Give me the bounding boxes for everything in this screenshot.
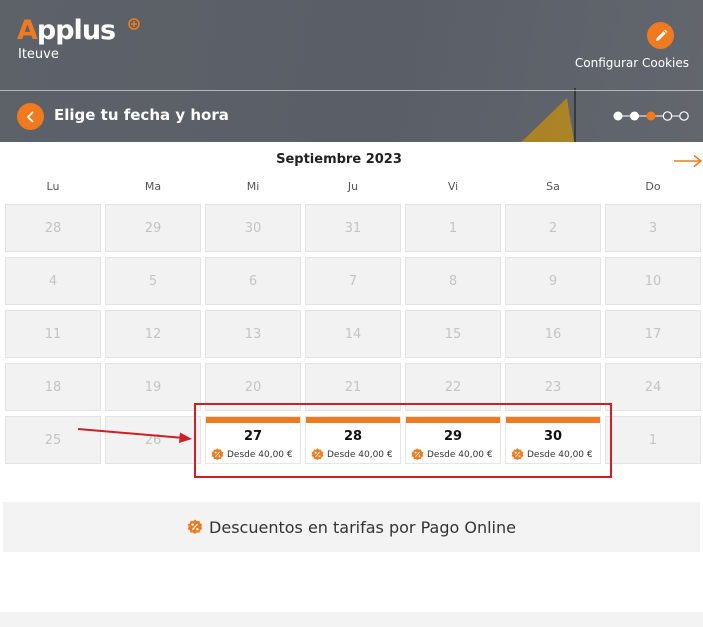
day-cell-disabled: 17 (605, 310, 701, 358)
progress-step-3 (646, 111, 656, 121)
step-progress-indicator (613, 111, 689, 121)
logo-subtitle: Iteuve (18, 47, 59, 62)
day-number: 19 (144, 379, 162, 395)
day-number: 20 (244, 379, 262, 395)
pencil-icon (647, 22, 674, 49)
logo-plus-icon (128, 18, 140, 30)
day-number: 29 (144, 220, 162, 236)
day-number: 4 (48, 273, 58, 289)
logo[interactable]: Applus Iteuve (17, 14, 140, 63)
day-cell-disabled: 18 (5, 363, 101, 411)
day-number: 12 (144, 326, 162, 342)
day-cell-disabled: 13 (205, 310, 301, 358)
day-number: 10 (644, 273, 662, 289)
day-cell-disabled: 8 (405, 257, 501, 305)
day-number: 25 (44, 432, 62, 448)
weekday-label: Ju (347, 180, 359, 193)
online-payment-discount-banner[interactable]: Descuentos en tarifas por Pago Online (3, 502, 700, 552)
day-number: 5 (148, 273, 158, 289)
header-divider (0, 90, 703, 91)
day-cell-disabled: 10 (605, 257, 701, 305)
day-cell-disabled: 7 (305, 257, 401, 305)
progress-step-2 (630, 111, 639, 121)
day-cell-disabled: 1 (605, 416, 701, 464)
day-cell-disabled: 19 (105, 363, 201, 411)
day-number: 31 (344, 220, 362, 236)
day-cell-disabled: 2 (505, 204, 601, 252)
progress-step-4 (662, 111, 673, 121)
day-number: 6 (248, 273, 258, 289)
weekday-label: Vi (447, 180, 459, 193)
day-number: 23 (544, 379, 562, 395)
day-cell-disabled: 14 (305, 310, 401, 358)
progress-step-1 (613, 111, 623, 121)
day-number: 18 (44, 379, 62, 395)
weekday-label: Lu (46, 180, 60, 193)
day-number: 13 (244, 326, 262, 342)
logo-wordmark: Applus (17, 14, 140, 48)
header-background-decoration (521, 88, 576, 142)
day-number: 16 (544, 326, 562, 342)
day-cell-disabled: 28 (5, 204, 101, 252)
day-number: 21 (344, 379, 362, 395)
discount-badge-icon (187, 519, 203, 534)
calendar-month-header: Septiembre 2023 (0, 152, 703, 172)
day-cell-disabled: 12 (105, 310, 201, 358)
day-number: 2 (548, 220, 558, 236)
day-cell-disabled: 30 (205, 204, 301, 252)
discount-banner-text: Descuentos en tarifas por Pago Online (209, 517, 516, 537)
step-title: Elige tu fecha y hora (54, 106, 229, 124)
progress-step-5 (679, 111, 689, 121)
annotation-arrow (77, 428, 192, 443)
day-cell-disabled: 11 (5, 310, 101, 358)
day-cell-disabled: 3 (605, 204, 701, 252)
weekday-label: Ma (144, 180, 162, 193)
back-button[interactable] (17, 103, 44, 130)
header: Applus Iteuve Configurar Cookies Elige t… (0, 0, 703, 142)
back-arrow-icon (26, 110, 34, 123)
month-title: Septiembre 2023 (276, 152, 402, 167)
day-number: 24 (644, 379, 662, 395)
day-number: 3 (648, 220, 658, 236)
day-number: 22 (444, 379, 462, 395)
day-number: 9 (548, 273, 558, 289)
weekday-label: Sa (546, 180, 560, 193)
day-number: 28 (44, 220, 62, 236)
day-cell-disabled: 1 (405, 204, 501, 252)
weekday-header: Lu Ma Mi Ju Vi Sa Do (5, 180, 703, 196)
highlight-box (194, 403, 612, 478)
day-cell-disabled: 31 (305, 204, 401, 252)
day-cell-disabled: 16 (505, 310, 601, 358)
day-number: 1 (648, 432, 658, 448)
weekday-label: Mi (246, 180, 260, 193)
logo-text: pplus (36, 15, 116, 46)
day-cell-disabled: 24 (605, 363, 701, 411)
day-number: 30 (244, 220, 262, 236)
day-cell-disabled: 4 (5, 257, 101, 305)
weekday-label: Do (645, 180, 661, 193)
day-number: 17 (644, 326, 662, 342)
day-number: 15 (444, 326, 462, 342)
day-cell-disabled: 5 (105, 257, 201, 305)
logo-accent-letter: A (17, 15, 38, 46)
next-month-arrow-icon[interactable] (673, 154, 703, 168)
day-number: 14 (344, 326, 362, 342)
day-number: 11 (44, 326, 62, 342)
footer-strip (0, 612, 703, 627)
cookies-label: Configurar Cookies (574, 56, 689, 70)
day-cell-disabled: 6 (205, 257, 301, 305)
day-cell-disabled: 9 (505, 257, 601, 305)
configure-cookies-button[interactable]: Configurar Cookies (575, 22, 689, 72)
day-number: 7 (348, 273, 358, 289)
day-cell-disabled: 29 (105, 204, 201, 252)
day-cell-disabled: 15 (405, 310, 501, 358)
day-number: 1 (448, 220, 458, 236)
day-number: 8 (448, 273, 458, 289)
